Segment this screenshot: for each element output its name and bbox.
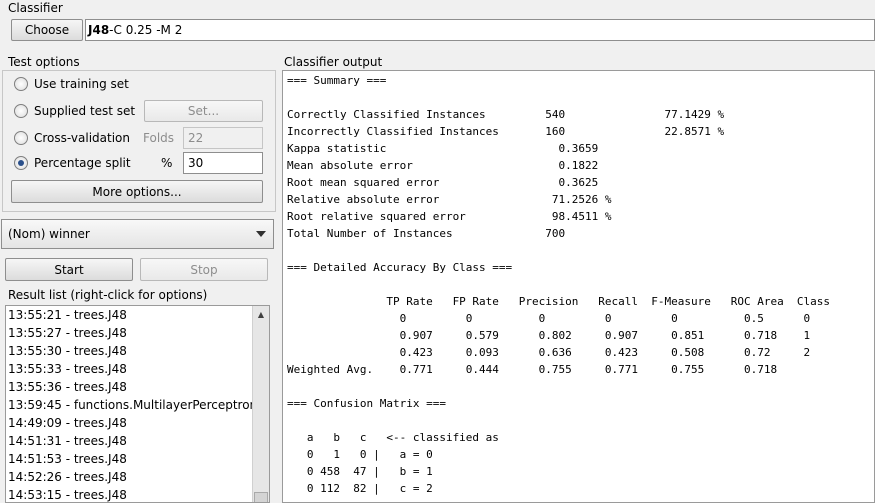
result-list-label: Result list (right-click for options) bbox=[8, 288, 208, 302]
result-list-item[interactable]: 13:55:30 - trees.J48 bbox=[6, 342, 269, 360]
result-list-item[interactable]: 14:51:53 - trees.J48 bbox=[6, 450, 269, 468]
scroll-up-arrow-icon[interactable]: ▲ bbox=[253, 306, 269, 323]
result-list-item[interactable]: 13:55:36 - trees.J48 bbox=[6, 378, 269, 396]
classifier-output-label: Classifier output bbox=[284, 55, 383, 69]
class-attribute-select[interactable]: (Nom) winner bbox=[1, 219, 274, 249]
result-list-item[interactable]: 13:55:33 - trees.J48 bbox=[6, 360, 269, 378]
result-list-item[interactable]: 13:55:21 - trees.J48 bbox=[6, 306, 269, 324]
scrollbar-thumb[interactable] bbox=[254, 492, 268, 502]
set-button[interactable]: Set... bbox=[144, 100, 263, 122]
percent-symbol: % bbox=[161, 156, 173, 170]
classifier-name: J48 bbox=[88, 23, 110, 37]
stop-button[interactable]: Stop bbox=[140, 258, 268, 281]
test-options-label: Test options bbox=[8, 55, 80, 69]
supplied-test-set-radio[interactable] bbox=[14, 104, 28, 118]
supplied-test-set-label[interactable]: Supplied test set bbox=[34, 104, 135, 118]
class-attribute-value: (Nom) winner bbox=[8, 227, 90, 241]
result-list-item[interactable]: 14:49:09 - trees.J48 bbox=[6, 414, 269, 432]
result-list-item[interactable]: 14:51:31 - trees.J48 bbox=[6, 432, 269, 450]
classifier-output-panel[interactable]: === Summary === Correctly Classified Ins… bbox=[282, 70, 875, 503]
percentage-split-input[interactable]: 30 bbox=[183, 152, 263, 174]
more-options-button[interactable]: More options... bbox=[11, 180, 263, 203]
folds-label: Folds bbox=[143, 131, 175, 145]
result-list-item[interactable]: 13:59:45 - functions.MultilayerPerceptro… bbox=[6, 396, 269, 414]
classifier-params: -C 0.25 -M 2 bbox=[109, 23, 183, 37]
classifier-section-label: Classifier bbox=[8, 1, 63, 15]
result-list-item[interactable]: 14:53:15 - trees.J48 bbox=[6, 486, 269, 502]
classifier-output-text: === Summary === Correctly Classified Ins… bbox=[287, 74, 831, 495]
cross-validation-label[interactable]: Cross-validation bbox=[34, 131, 130, 145]
folds-input[interactable]: 22 bbox=[183, 127, 263, 149]
cross-validation-radio[interactable] bbox=[14, 131, 28, 145]
use-training-set-radio[interactable] bbox=[14, 77, 28, 91]
use-training-set-label[interactable]: Use training set bbox=[34, 77, 129, 91]
classifier-config-field[interactable]: J48 -C 0.25 -M 2 bbox=[85, 19, 875, 41]
result-list-scrollbar[interactable]: ▲ bbox=[252, 306, 269, 502]
start-button[interactable]: Start bbox=[5, 258, 133, 281]
percentage-split-label[interactable]: Percentage split bbox=[34, 156, 131, 170]
result-list-item[interactable]: 13:55:27 - trees.J48 bbox=[6, 324, 269, 342]
result-list[interactable]: 13:55:21 - trees.J48 13:55:27 - trees.J48… bbox=[5, 305, 270, 503]
percentage-split-radio[interactable] bbox=[14, 156, 28, 170]
chevron-down-icon[interactable] bbox=[256, 230, 266, 238]
result-list-item[interactable]: 14:52:26 - trees.J48 bbox=[6, 468, 269, 486]
result-items-container: 13:55:21 - trees.J48 13:55:27 - trees.J48… bbox=[6, 306, 269, 502]
choose-button[interactable]: Choose bbox=[11, 19, 83, 41]
